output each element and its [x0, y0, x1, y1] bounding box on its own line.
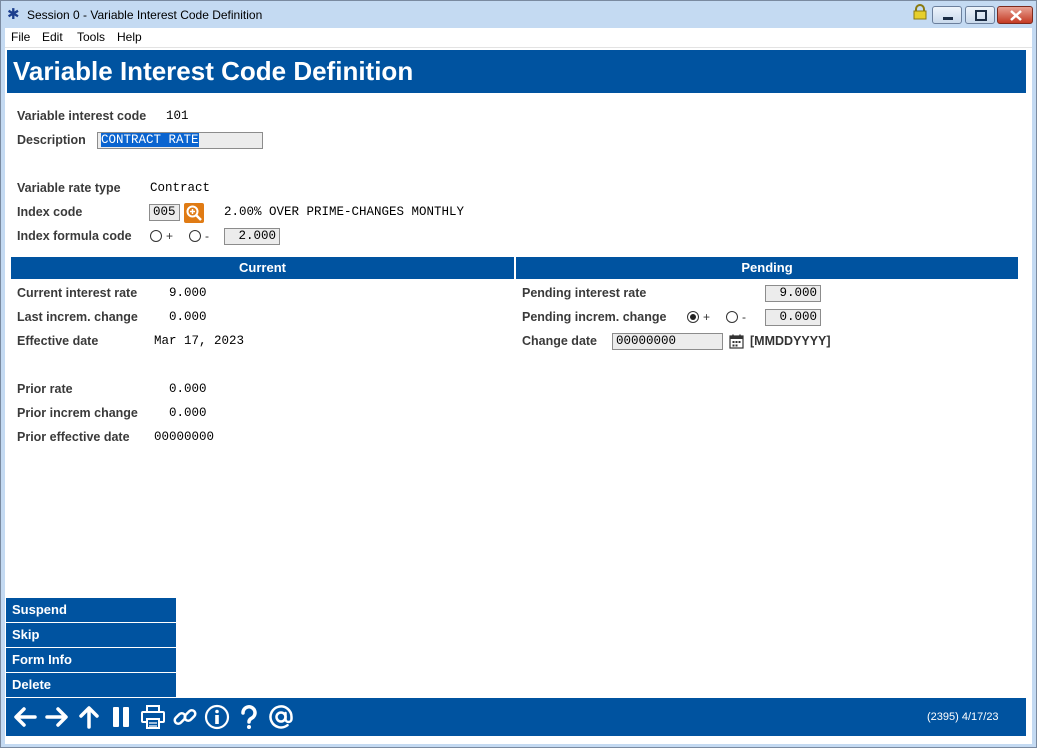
current-section-header: Current	[11, 257, 514, 279]
index-formula-plus-radio[interactable]	[150, 230, 162, 242]
help-icon[interactable]	[236, 704, 262, 730]
index-formula-value-input[interactable]: 2.000	[224, 228, 280, 245]
description-input[interactable]: CONTRACT RATE	[97, 132, 263, 149]
change-date-input[interactable]: 00000000	[612, 333, 723, 350]
variable-rate-type-label: Variable rate type	[17, 181, 121, 195]
pending-section-header: Pending	[516, 257, 1018, 279]
pending-interest-rate-input[interactable]: 9.000	[765, 285, 821, 302]
prior-increm-change-label: Prior increm change	[17, 406, 138, 420]
magnifier-icon	[186, 205, 202, 221]
current-interest-rate-value: 9.000	[169, 286, 207, 300]
menu-tools[interactable]: Tools	[77, 30, 105, 44]
maximize-icon	[975, 10, 987, 21]
pending-increm-change-input[interactable]: 0.000	[765, 309, 821, 326]
menu-bar: File Edit Tools Help	[5, 28, 1032, 48]
skip-button[interactable]: Skip	[6, 623, 176, 647]
prior-increm-change-value: 0.000	[169, 406, 207, 420]
description-input-text: CONTRACT RATE	[101, 133, 199, 147]
change-date-format-hint: [MMDDYYYY]	[750, 334, 831, 348]
pending-minus-radio[interactable]	[726, 311, 738, 323]
header-band: Variable Interest Code Definition	[7, 50, 1026, 93]
index-code-lookup-button[interactable]	[184, 203, 204, 223]
index-formula-minus-label: -	[205, 229, 209, 243]
client-area: File Edit Tools Help Variable Interest C…	[5, 28, 1032, 744]
pending-interest-rate-label: Pending interest rate	[522, 286, 647, 300]
prior-effective-date-label: Prior effective date	[17, 430, 130, 444]
last-increm-change-label: Last increm. change	[17, 310, 138, 324]
suspend-button[interactable]: Suspend	[6, 598, 176, 622]
index-code-description: 2.00% OVER PRIME-CHANGES MONTHLY	[224, 205, 465, 219]
pending-plus-radio[interactable]	[687, 311, 699, 323]
window-title: Session 0 - Variable Interest Code Defin…	[27, 8, 263, 22]
index-formula-code-label: Index formula code	[17, 229, 132, 243]
title-bar[interactable]: ✱ Session 0 - Variable Interest Code Def…	[1, 1, 1036, 28]
last-increm-change-value: 0.000	[169, 310, 207, 324]
index-formula-minus-radio[interactable]	[189, 230, 201, 242]
application-window: ✱ Session 0 - Variable Interest Code Def…	[0, 0, 1037, 748]
variable-interest-code-value: 101	[166, 109, 189, 123]
status-text: (2395) 4/17/23	[927, 711, 999, 723]
link-icon[interactable]	[172, 704, 198, 730]
effective-date-value: Mar 17, 2023	[154, 334, 245, 348]
prior-effective-date-value: 00000000	[154, 430, 215, 444]
index-code-label: Index code	[17, 205, 83, 219]
change-date-label: Change date	[522, 334, 598, 348]
app-logo-icon: ✱	[7, 6, 20, 23]
pending-plus-label: +	[703, 310, 711, 324]
menu-file[interactable]: File	[11, 30, 30, 44]
prior-rate-value: 0.000	[169, 382, 207, 396]
lock-icon	[913, 4, 927, 20]
minimize-button[interactable]	[932, 6, 962, 24]
form-info-button[interactable]: Form Info	[6, 648, 176, 672]
prior-rate-label: Prior rate	[17, 382, 73, 396]
at-icon[interactable]	[268, 704, 294, 730]
pending-increm-change-label: Pending increm. change	[522, 310, 667, 324]
pending-minus-label: -	[742, 310, 746, 324]
menu-help[interactable]: Help	[117, 30, 142, 44]
calendar-icon[interactable]	[729, 334, 744, 349]
delete-button[interactable]: Delete	[6, 673, 176, 697]
up-arrow-icon[interactable]	[76, 704, 102, 730]
effective-date-label: Effective date	[17, 334, 99, 348]
index-formula-plus-label: +	[166, 229, 174, 243]
forward-arrow-icon[interactable]	[44, 704, 70, 730]
menu-edit[interactable]: Edit	[42, 30, 63, 44]
bottom-toolbar: (2395) 4/17/23	[6, 698, 1026, 736]
maximize-button[interactable]	[965, 6, 995, 24]
page-title: Variable Interest Code Definition	[13, 56, 414, 86]
current-interest-rate-label: Current interest rate	[17, 286, 138, 300]
info-icon[interactable]	[204, 704, 230, 730]
close-icon	[1010, 10, 1022, 21]
minimize-icon	[943, 17, 953, 20]
variable-interest-code-label: Variable interest code	[17, 109, 147, 123]
index-code-input[interactable]: 005	[149, 204, 180, 221]
back-arrow-icon[interactable]	[12, 704, 38, 730]
close-button[interactable]	[997, 6, 1033, 24]
description-label: Description	[17, 133, 86, 147]
print-icon[interactable]	[140, 704, 166, 730]
variable-rate-type-value: Contract	[150, 181, 211, 195]
pause-icon[interactable]	[108, 704, 134, 730]
